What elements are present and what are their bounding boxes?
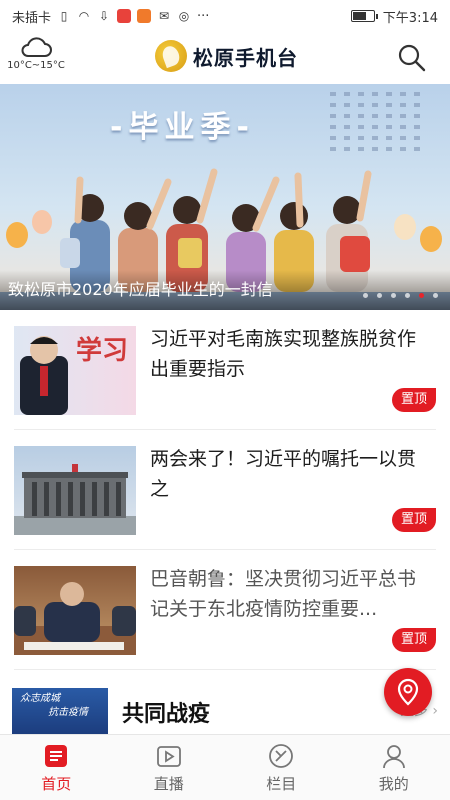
status-right: 下午3:14	[350, 7, 438, 26]
nav-live[interactable]: 直播	[113, 735, 226, 800]
pinned-badge: 置顶	[391, 508, 436, 532]
section-thumb-line2: 抗击疫情	[48, 707, 88, 718]
nav-columns[interactable]: 栏目	[225, 735, 338, 800]
wechat-icon: ✉	[158, 9, 170, 23]
nav-profile-label: 我的	[378, 775, 409, 793]
bottom-navigation: 首页 直播 栏目 我的	[0, 734, 450, 800]
sim-icon: ▯	[60, 9, 68, 23]
news-thumbnail	[14, 446, 136, 535]
battery-icon	[350, 10, 378, 22]
nav-columns-label: 栏目	[266, 775, 297, 793]
section-title: 共同战疫	[122, 702, 211, 727]
carousel-dot	[433, 293, 438, 298]
status-bar: 未插卡 ▯ ◠ ⇩ ✉ ◎ ··· 下午3:14	[0, 0, 450, 32]
status-left: 未插卡 ▯ ◠ ⇩ ✉ ◎ ···	[12, 7, 209, 26]
banner-carousel[interactable]: -毕业季- 致松原市2020年应届毕业生的一封信	[0, 84, 450, 310]
nav-live-label: 直播	[153, 775, 184, 793]
news-thumbnail: 学习	[14, 326, 136, 415]
carrier-text: 未插卡	[12, 10, 52, 26]
news-item[interactable]: 两会来了！习近平的嘱托一以贯之 置顶	[14, 430, 436, 550]
app-notification-icon	[117, 9, 132, 23]
app-header: 10°C~15°C 松原手机台	[0, 32, 450, 84]
news-item[interactable]: 学习 习近平对毛南族实现整族脱贫作出重要指示 置顶	[14, 310, 436, 430]
nav-home-label: 首页	[41, 775, 72, 793]
news-title[interactable]: 巴音朝鲁：坚决贯彻习近平总书记关于东北疫情防控重要...	[150, 564, 432, 624]
live-play-icon	[156, 746, 181, 767]
clock: 下午3:14	[382, 10, 438, 26]
cloud-icon	[21, 37, 52, 57]
pinned-badge: 置顶	[391, 628, 436, 652]
carousel-indicator	[363, 293, 438, 298]
app-name: 松原手机台	[193, 45, 298, 70]
columns-icon	[269, 744, 294, 768]
news-thumbnail	[14, 566, 136, 655]
carousel-dot	[405, 293, 410, 298]
location-button[interactable]	[384, 668, 432, 716]
wifi-icon: ◠	[78, 9, 90, 23]
pinned-badge: 置顶	[391, 388, 436, 412]
news-thumbnail-image	[14, 582, 136, 655]
banner-caption[interactable]: 致松原市2020年应届毕业生的一封信	[8, 276, 273, 300]
app-notification-icon-2	[137, 9, 152, 23]
news-title[interactable]: 两会来了！习近平的嘱托一以贯之	[150, 444, 432, 504]
download-icon: ⇩	[98, 9, 110, 23]
home-news-icon	[45, 745, 68, 767]
news-item[interactable]: 巴音朝鲁：坚决贯彻习近平总书记关于东北疫情防控重要... 置顶	[14, 550, 436, 670]
section-thumb-line1: 众志成城	[20, 693, 60, 704]
nav-home[interactable]: 首页	[0, 735, 113, 800]
brand: 松原手机台	[155, 40, 298, 72]
search-icon	[398, 44, 426, 72]
temperature-range: 10°C~15°C	[7, 60, 65, 71]
news-thumbnail-image	[14, 464, 136, 535]
profile-icon	[382, 745, 405, 769]
section-thumbnail: 众志成城 抗击疫情	[12, 688, 108, 734]
app-logo	[155, 40, 187, 72]
carousel-dot	[377, 293, 382, 298]
location-pin-icon	[397, 678, 419, 706]
weather-widget[interactable]: 10°C~15°C	[6, 36, 66, 71]
nav-profile[interactable]: 我的	[338, 735, 450, 800]
browser-icon: ◎	[178, 9, 190, 23]
carousel-dot	[419, 293, 424, 298]
more-notifications: ···	[197, 8, 210, 24]
search-button[interactable]	[396, 42, 428, 74]
thumbnail-overlay-text: 学习	[76, 336, 129, 366]
carousel-dot	[363, 293, 368, 298]
news-title[interactable]: 习近平对毛南族实现整族脱贫作出重要指示	[150, 324, 432, 384]
battery-level	[352, 12, 366, 20]
carousel-dot	[391, 293, 396, 298]
